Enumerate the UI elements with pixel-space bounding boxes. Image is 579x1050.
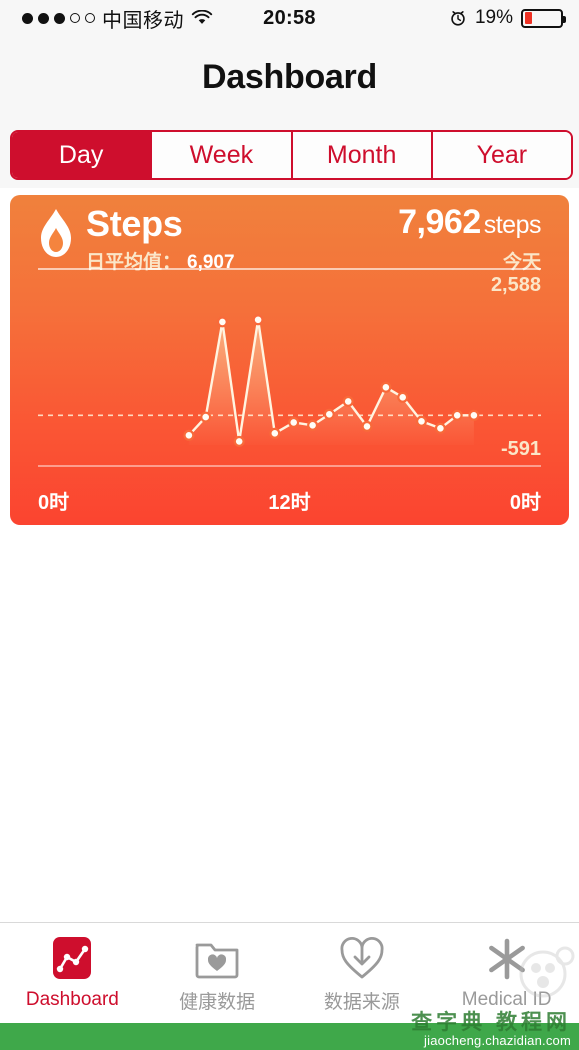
- chart-data-point: [252, 314, 264, 326]
- chart-data-point: [342, 395, 354, 407]
- tab-dashboard[interactable]: Dashboard: [0, 923, 145, 1023]
- chart-data-point: [216, 316, 228, 328]
- dashboard-chart-icon: [44, 935, 100, 983]
- navigation-bar: Dashboard: [0, 36, 579, 118]
- chart-data-point: [269, 427, 281, 439]
- folder-heart-icon: [189, 933, 245, 981]
- chart-data-point: [416, 415, 428, 427]
- chart-data-point: [451, 409, 463, 421]
- steps-total-value: 7,962: [398, 203, 481, 241]
- status-bar-clock: 20:58: [263, 6, 316, 29]
- segment-year[interactable]: Year: [432, 132, 571, 178]
- segment-day[interactable]: Day: [12, 132, 153, 178]
- chart-data-point: [307, 419, 319, 431]
- chart-data-point: [468, 409, 480, 421]
- battery-percent-label: 19%: [474, 7, 513, 28]
- chart-data-point: [323, 408, 335, 420]
- status-bar-right: 19%: [449, 0, 566, 36]
- tab-bar[interactable]: Dashboard 健康数据 数据来源 Medical ID: [0, 922, 579, 1023]
- chart-x-axis: 0时 12时 0时: [10, 467, 569, 523]
- chart-axis-min: -591: [500, 438, 541, 460]
- chart-data-point: [380, 381, 392, 393]
- segment-label: Day: [58, 140, 104, 169]
- steps-line-chart: [38, 314, 541, 447]
- battery-icon: [521, 8, 566, 28]
- footer-bar: 查字典 教程网 jiaocheng.chazidian.com: [0, 1012, 579, 1050]
- steps-total: 7,962 steps: [398, 203, 541, 242]
- segment-label: Week: [189, 140, 254, 169]
- tab-item-1[interactable]: 健康数据: [145, 923, 290, 1023]
- flame-icon: [38, 208, 74, 258]
- heart-download-icon: [334, 933, 390, 981]
- chart-data-point: [288, 416, 300, 428]
- x-tick-center: 12时: [268, 492, 311, 514]
- chart-data-point: [397, 391, 409, 403]
- status-bar: 中国移动 20:58 19%: [0, 0, 579, 36]
- alarm-clock-icon: [449, 9, 467, 27]
- tab-label: Dashboard: [25, 989, 119, 1010]
- chart-data-point: [361, 420, 373, 432]
- watermark: 查字典 教程网 jiaocheng.chazidian.com: [411, 1012, 571, 1048]
- segment-label: Month: [326, 140, 397, 169]
- watermark-logo-icon: [503, 944, 575, 1006]
- battery-fill: [524, 12, 532, 24]
- tab-item-2[interactable]: 数据来源: [290, 923, 435, 1023]
- chart-data-point: [434, 422, 446, 434]
- x-tick-right: 0时: [509, 492, 541, 514]
- page-title: Dashboard: [202, 57, 377, 96]
- steps-total-unit: steps: [483, 211, 542, 239]
- segment-label: Year: [476, 140, 528, 169]
- chart-data-point: [183, 429, 195, 441]
- watermark-text: 查字典 教程网: [411, 1011, 571, 1035]
- card-divider-top: [38, 268, 541, 270]
- segment-week[interactable]: Week: [152, 132, 293, 178]
- steps-card-header: Steps 日平均值： 6,907 7,962 steps 今天: [10, 195, 569, 273]
- chart-data-point: [233, 435, 245, 447]
- steps-card[interactable]: Steps 日平均值： 6,907 7,962 steps 今天 2,588 -59…: [10, 195, 569, 525]
- steps-chart: [10, 283, 569, 463]
- segment-month[interactable]: Month: [292, 132, 433, 178]
- chart-data-point: [200, 411, 212, 423]
- tab-label: 数据来源: [323, 991, 400, 1013]
- watermark-url: jiaocheng.chazidian.com: [424, 1033, 571, 1049]
- period-segmented-control[interactable]: Day Week Month Year: [10, 130, 573, 180]
- tab-label: 健康数据: [179, 991, 256, 1013]
- x-tick-left: 0时: [38, 492, 70, 514]
- steps-title: Steps: [86, 203, 183, 244]
